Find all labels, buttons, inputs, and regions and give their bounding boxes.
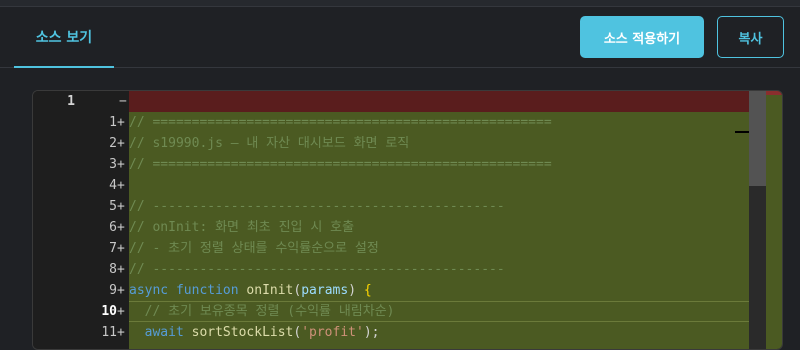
- added-marker: +: [117, 262, 125, 277]
- old-line-gutter: 1: [33, 91, 81, 349]
- code-token: // onInit: 화면 최초 진입 시 호출: [129, 220, 355, 235]
- added-marker: +: [117, 157, 125, 172]
- code-line: + await sortStockList('profit');: [117, 322, 380, 343]
- top-bar: [0, 0, 800, 7]
- removed-line-row: [129, 91, 749, 112]
- minimap-scrollbar[interactable]: [749, 91, 766, 349]
- added-marker: +: [117, 304, 125, 319]
- diff-overview-ruler: [766, 91, 782, 349]
- code-token: {: [363, 283, 372, 298]
- code-token: sortStockList: [191, 325, 294, 340]
- new-line-number: 9: [109, 283, 117, 298]
- code-token: // 초기 보유종목 정렬 (수익률 내림차순): [129, 304, 395, 319]
- added-marker: +: [117, 136, 125, 151]
- new-line-number: 4: [109, 178, 117, 193]
- source-header: 소스 보기 소스 적용하기 복사: [0, 8, 800, 68]
- code-line: + async function onInit(params) {: [117, 280, 372, 301]
- code-token: ): [348, 283, 364, 298]
- cursor-marker: [735, 131, 749, 133]
- overview-removed-marker: [766, 91, 782, 95]
- code-token: // =====================================…: [129, 157, 552, 172]
- code-token: 'profit': [301, 325, 364, 340]
- added-marker: +: [117, 241, 125, 256]
- added-marker: +: [117, 178, 125, 193]
- new-line-number: 11: [101, 325, 117, 340]
- code-line: + // - 초기 정렬 상태를 수익률순으로 설정: [117, 238, 379, 259]
- diff-editor[interactable]: 1 − 1 2 3 4 5 6 7 8 9 10 11 + // ========…: [32, 90, 783, 350]
- new-line-number: 7: [109, 241, 117, 256]
- code-token: params: [301, 283, 349, 298]
- code-token: function: [175, 283, 247, 298]
- code-token: );: [363, 325, 380, 340]
- new-line-number: 5: [109, 199, 117, 214]
- added-marker: +: [117, 283, 125, 298]
- added-marker: +: [117, 199, 125, 214]
- code-area[interactable]: + // ====================================…: [117, 91, 749, 349]
- added-marker: +: [117, 325, 125, 340]
- new-line-number: 8: [109, 262, 117, 277]
- code-line: + // ====================================…: [117, 154, 552, 175]
- code-line: + // ====================================…: [117, 112, 552, 133]
- new-line-number: 6: [109, 220, 117, 235]
- code-token: // =====================================…: [129, 115, 552, 130]
- code-line: + // s19990.js – 내 자산 대시보드 화면 로직: [117, 133, 410, 154]
- old-line-number: 1: [67, 94, 75, 109]
- code-line: + // ------------------------------------…: [117, 196, 505, 217]
- code-token: // -------------------------------------…: [129, 199, 505, 214]
- new-line-number: 2: [109, 136, 117, 151]
- code-token: // -------------------------------------…: [129, 262, 505, 277]
- removed-marker: −: [119, 94, 127, 109]
- added-marker: +: [117, 220, 125, 235]
- added-marker: +: [117, 115, 125, 130]
- code-token: onInit: [246, 283, 294, 298]
- code-line: + // 초기 보유종목 정렬 (수익률 내림차순): [117, 301, 395, 322]
- tab-source-view[interactable]: 소스 보기: [14, 8, 114, 68]
- code-token: // s19990.js – 내 자산 대시보드 화면 로직: [129, 136, 410, 151]
- copy-button[interactable]: 복사: [717, 16, 784, 58]
- new-line-number: 3: [109, 157, 117, 172]
- code-line: + // ------------------------------------…: [117, 259, 505, 280]
- code-line: + // onInit: 화면 최초 진입 시 호출: [117, 217, 355, 238]
- scrollbar-thumb[interactable]: [749, 91, 766, 186]
- new-line-number-active: 10: [101, 304, 117, 319]
- apply-source-button[interactable]: 소스 적용하기: [580, 16, 704, 58]
- code-token: async: [129, 283, 176, 298]
- code-token: // - 초기 정렬 상태를 수익률순으로 설정: [129, 241, 379, 256]
- new-line-number: 1: [109, 115, 117, 130]
- code-token: await: [129, 325, 192, 340]
